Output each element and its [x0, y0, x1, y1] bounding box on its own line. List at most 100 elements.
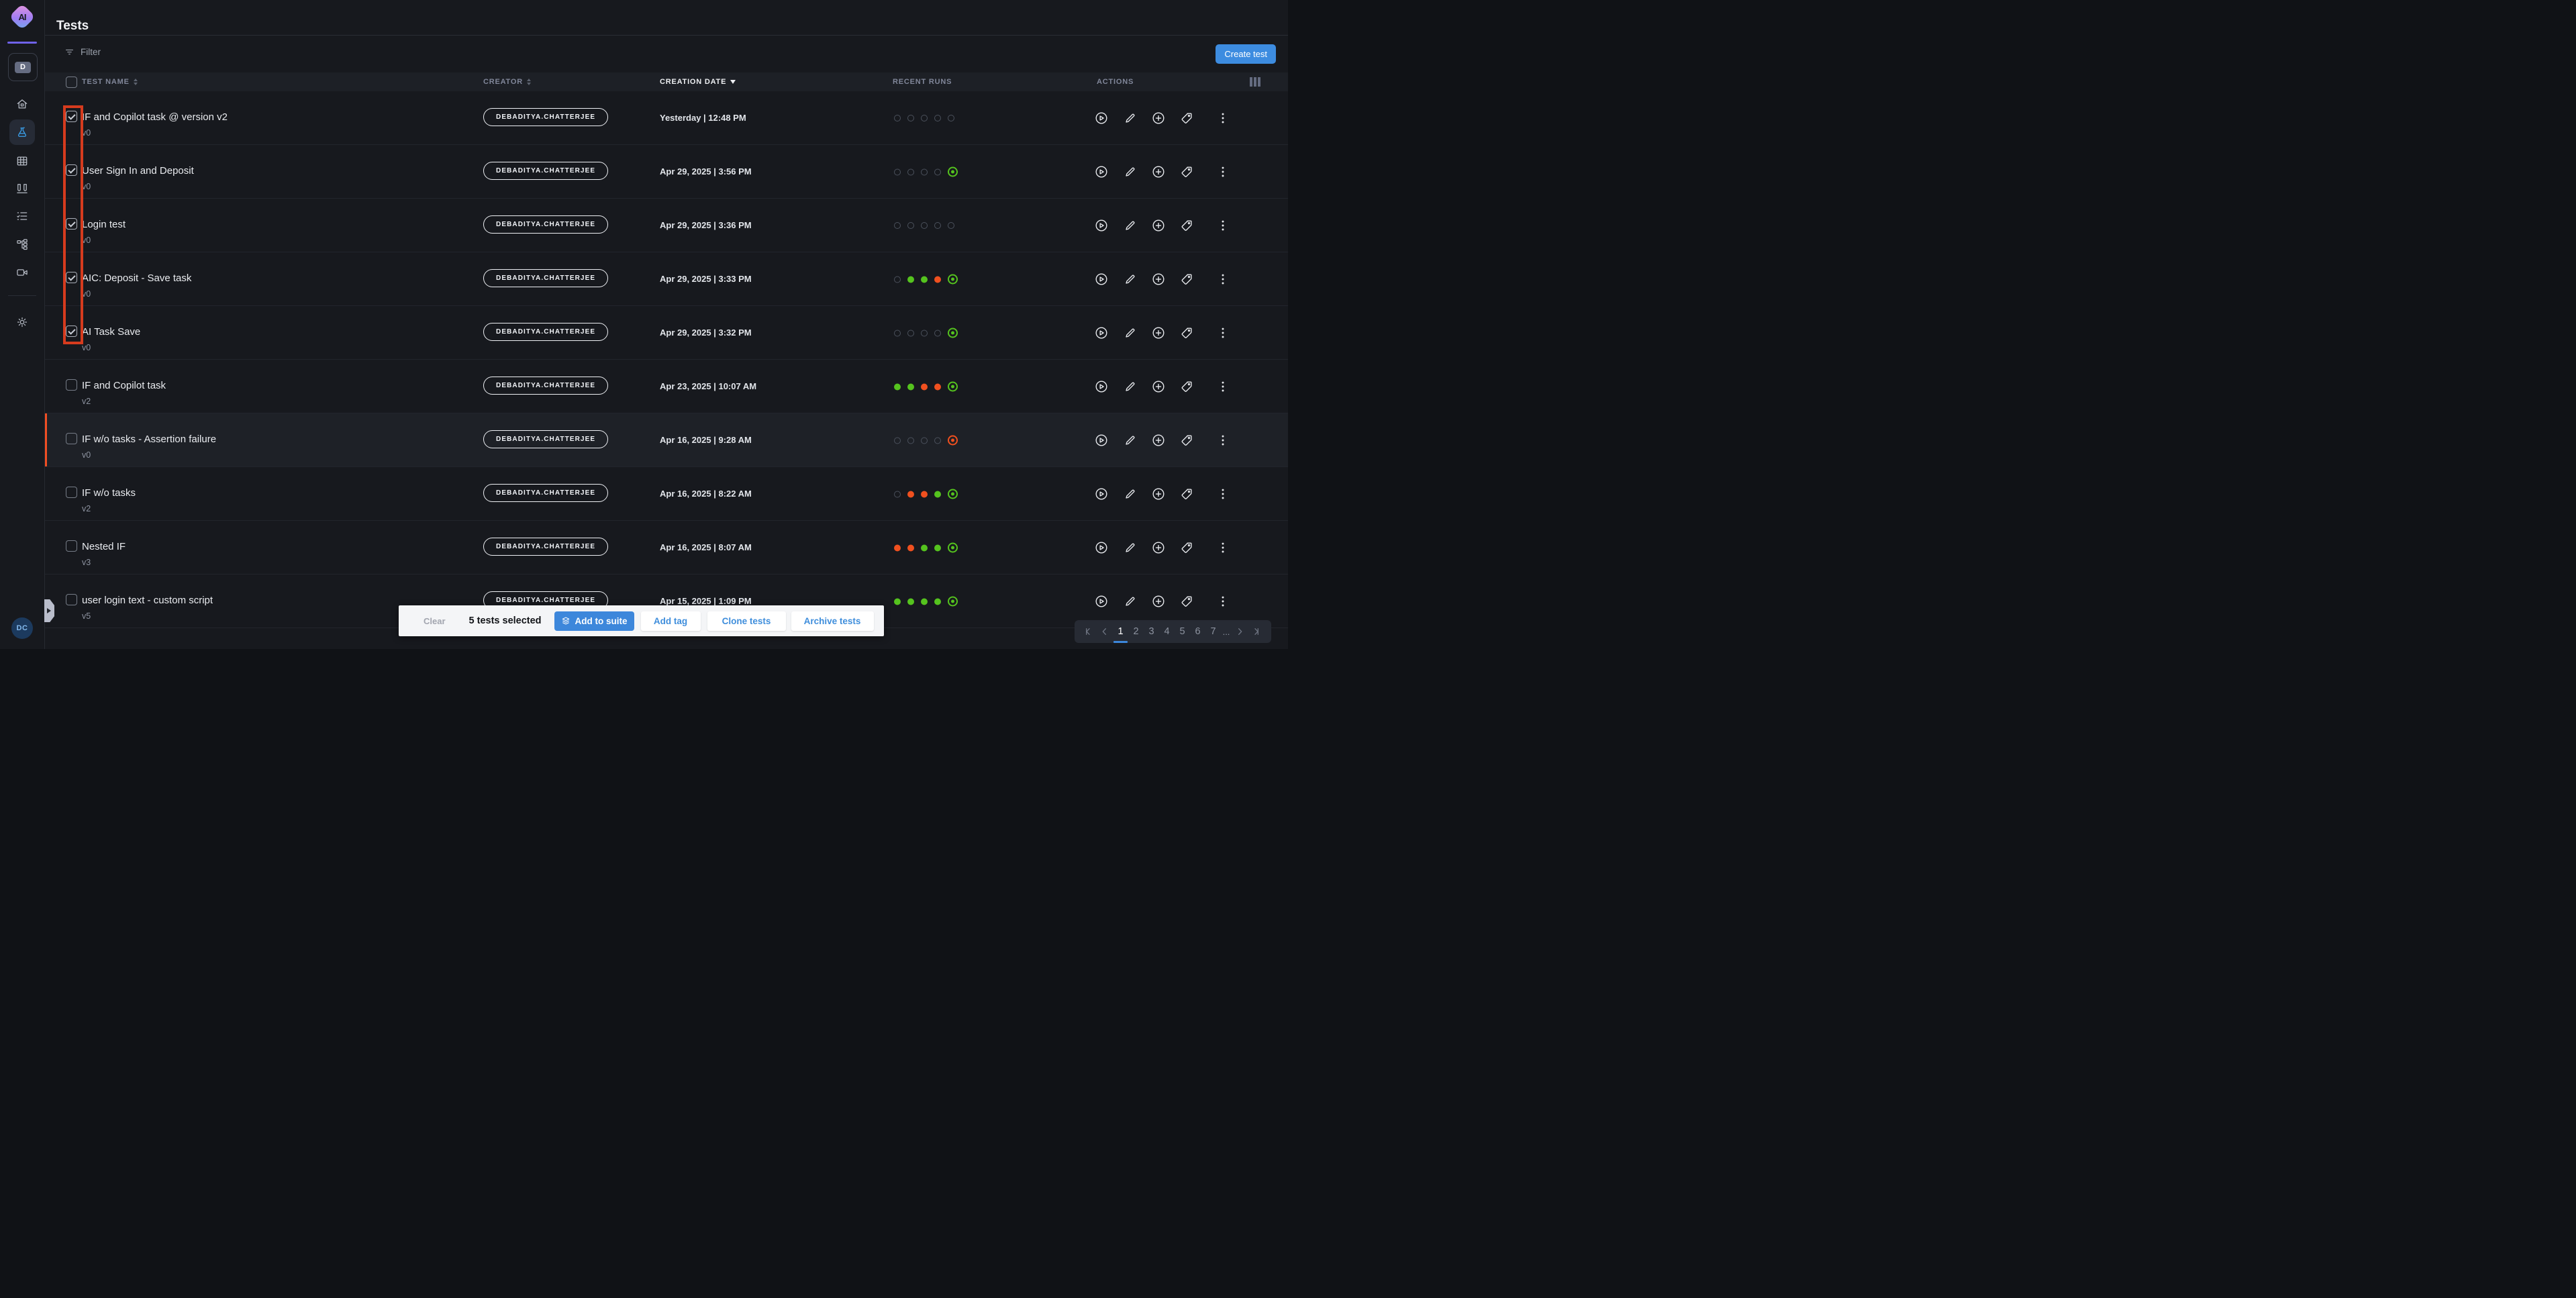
- edit-test-button[interactable]: [1123, 111, 1138, 126]
- tag-test-button[interactable]: [1179, 272, 1194, 287]
- test-name[interactable]: IF w/o tasks: [82, 487, 136, 499]
- run-test-button[interactable]: [1094, 594, 1109, 609]
- test-name[interactable]: Nested IF: [82, 541, 126, 552]
- clear-selection-button[interactable]: Clear: [419, 615, 450, 627]
- more-actions-button[interactable]: [1216, 594, 1230, 609]
- test-name[interactable]: user login text - custom script: [82, 595, 213, 606]
- page-button-5[interactable]: 5: [1175, 625, 1190, 638]
- edit-test-button[interactable]: [1123, 433, 1138, 448]
- row-checkbox[interactable]: [66, 326, 77, 337]
- add-test-to-suite-button[interactable]: [1151, 164, 1166, 179]
- tag-test-button[interactable]: [1179, 326, 1194, 340]
- edit-test-button[interactable]: [1123, 379, 1138, 394]
- more-actions-button[interactable]: [1216, 326, 1230, 340]
- next-page-button[interactable]: [1232, 623, 1248, 640]
- tag-test-button[interactable]: [1179, 111, 1194, 126]
- more-actions-button[interactable]: [1216, 272, 1230, 287]
- more-actions-button[interactable]: [1216, 487, 1230, 501]
- test-name[interactable]: Login test: [82, 219, 126, 230]
- column-header-creation-date[interactable]: CREATION DATE: [660, 72, 736, 91]
- test-name[interactable]: IF and Copilot task @ version v2: [82, 111, 228, 123]
- create-test-button[interactable]: Create test: [1216, 44, 1276, 64]
- run-test-button[interactable]: [1094, 540, 1109, 555]
- sidebar-item-recordings[interactable]: [9, 260, 35, 285]
- add-test-to-suite-button[interactable]: [1151, 111, 1166, 126]
- table-row[interactable]: IF and Copilot task @ version v2 v0 DEBA…: [44, 91, 1288, 145]
- page-button-6[interactable]: 6: [1190, 625, 1205, 638]
- first-page-button[interactable]: [1081, 623, 1097, 640]
- tag-test-button[interactable]: [1179, 379, 1194, 394]
- sidebar-item-home[interactable]: [9, 91, 35, 117]
- add-test-to-suite-button[interactable]: [1151, 540, 1166, 555]
- filter-button[interactable]: Filter: [64, 47, 101, 57]
- table-row[interactable]: IF and Copilot task v2 DEBADITYA.CHATTER…: [44, 360, 1288, 413]
- test-name[interactable]: AIC: Deposit - Save task: [82, 272, 191, 284]
- test-name[interactable]: IF and Copilot task: [82, 380, 166, 391]
- edit-test-button[interactable]: [1123, 272, 1138, 287]
- run-test-button[interactable]: [1094, 379, 1109, 394]
- sidebar-item-test-tubes[interactable]: [9, 176, 35, 201]
- page-button-3[interactable]: 3: [1144, 625, 1159, 638]
- sidebar-item-tests[interactable]: [9, 119, 35, 145]
- tag-test-button[interactable]: [1179, 594, 1194, 609]
- table-row[interactable]: IF w/o tasks v2 DEBADITYA.CHATTERJEE Apr…: [44, 467, 1288, 521]
- run-test-button[interactable]: [1094, 111, 1109, 126]
- run-test-button[interactable]: [1094, 326, 1109, 340]
- test-name[interactable]: AI Task Save: [82, 326, 140, 338]
- page-button-7[interactable]: 7: [1205, 625, 1221, 638]
- add-test-to-suite-button[interactable]: [1151, 433, 1166, 448]
- table-row[interactable]: User Sign In and Deposit v0 DEBADITYA.CH…: [44, 145, 1288, 199]
- sidebar-item-data-table[interactable]: [9, 148, 35, 174]
- sidebar-item-checklist[interactable]: [9, 203, 35, 229]
- edit-test-button[interactable]: [1123, 487, 1138, 501]
- more-actions-button[interactable]: [1216, 379, 1230, 394]
- test-name[interactable]: User Sign In and Deposit: [82, 165, 194, 177]
- more-actions-button[interactable]: [1216, 111, 1230, 126]
- page-button-1[interactable]: 1: [1113, 625, 1128, 638]
- run-test-button[interactable]: [1094, 487, 1109, 501]
- row-checkbox[interactable]: [66, 379, 77, 391]
- add-to-suite-button[interactable]: Add to suite: [554, 611, 634, 631]
- edit-test-button[interactable]: [1123, 540, 1138, 555]
- run-test-button[interactable]: [1094, 272, 1109, 287]
- tag-test-button[interactable]: [1179, 487, 1194, 501]
- column-settings-icon[interactable]: [1250, 77, 1260, 87]
- edit-test-button[interactable]: [1123, 326, 1138, 340]
- sidebar-item-workflow[interactable]: [9, 232, 35, 257]
- more-actions-button[interactable]: [1216, 540, 1230, 555]
- run-test-button[interactable]: [1094, 164, 1109, 179]
- row-checkbox[interactable]: [66, 164, 77, 176]
- table-row[interactable]: IF w/o tasks - Assertion failure v0 DEBA…: [44, 413, 1288, 467]
- table-row[interactable]: AIC: Deposit - Save task v0 DEBADITYA.CH…: [44, 252, 1288, 306]
- table-row[interactable]: Nested IF v3 DEBADITYA.CHATTERJEE Apr 16…: [44, 521, 1288, 575]
- clone-tests-button[interactable]: Clone tests: [707, 611, 786, 631]
- row-checkbox[interactable]: [66, 218, 77, 230]
- edit-test-button[interactable]: [1123, 218, 1138, 233]
- run-test-button[interactable]: [1094, 433, 1109, 448]
- row-checkbox[interactable]: [66, 111, 77, 122]
- add-tag-button[interactable]: Add tag: [641, 611, 701, 631]
- tag-test-button[interactable]: [1179, 164, 1194, 179]
- select-all-checkbox[interactable]: [66, 77, 77, 88]
- workspace-switcher[interactable]: D: [8, 53, 38, 81]
- add-test-to-suite-button[interactable]: [1151, 326, 1166, 340]
- more-actions-button[interactable]: [1216, 218, 1230, 233]
- row-checkbox[interactable]: [66, 487, 77, 498]
- add-test-to-suite-button[interactable]: [1151, 379, 1166, 394]
- add-test-to-suite-button[interactable]: [1151, 218, 1166, 233]
- row-checkbox[interactable]: [66, 594, 77, 605]
- row-checkbox[interactable]: [66, 433, 77, 444]
- last-page-button[interactable]: [1248, 623, 1264, 640]
- column-header-test-name[interactable]: TEST NAME: [82, 72, 138, 91]
- sidebar-item-settings[interactable]: [9, 309, 35, 335]
- add-test-to-suite-button[interactable]: [1151, 594, 1166, 609]
- tag-test-button[interactable]: [1179, 540, 1194, 555]
- tag-test-button[interactable]: [1179, 433, 1194, 448]
- more-actions-button[interactable]: [1216, 164, 1230, 179]
- table-row[interactable]: AI Task Save v0 DEBADITYA.CHATTERJEE Apr…: [44, 306, 1288, 360]
- tag-test-button[interactable]: [1179, 218, 1194, 233]
- table-row[interactable]: Login test v0 DEBADITYA.CHATTERJEE Apr 2…: [44, 199, 1288, 252]
- user-avatar[interactable]: DC: [11, 617, 33, 639]
- add-test-to-suite-button[interactable]: [1151, 272, 1166, 287]
- row-checkbox[interactable]: [66, 272, 77, 283]
